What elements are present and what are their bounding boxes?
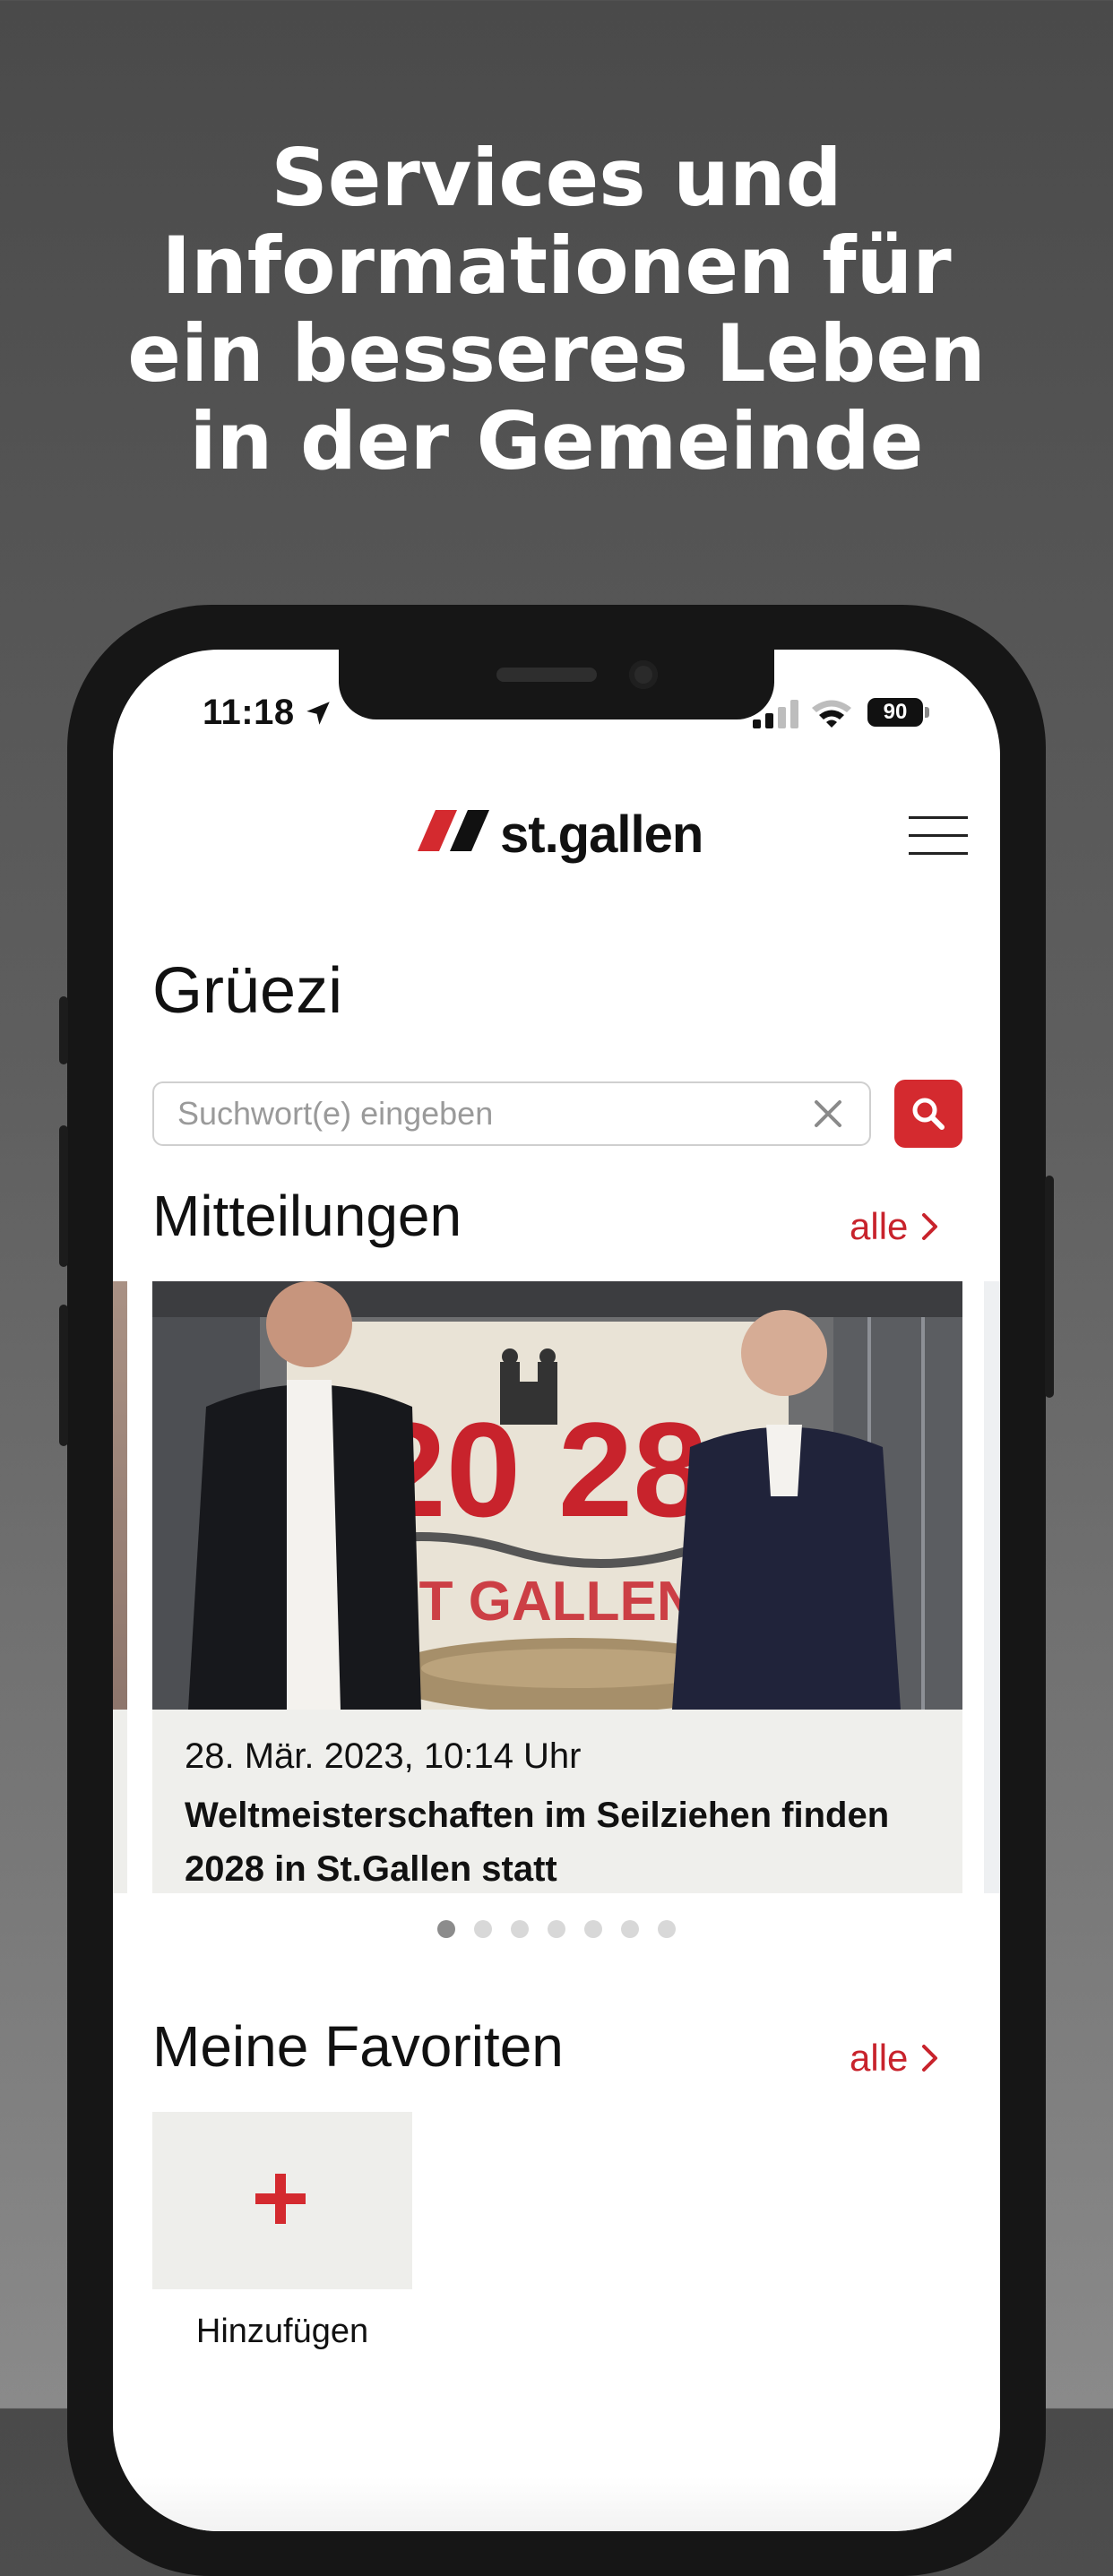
- carousel-dot[interactable]: [474, 1920, 492, 1938]
- clear-search-icon[interactable]: [812, 1098, 844, 1130]
- chevron-right-icon: [922, 2045, 938, 2072]
- news-section-title: Mitteilungen: [152, 1184, 462, 1248]
- carousel-dot[interactable]: [658, 1920, 676, 1938]
- headline-line: ein besseres Leben: [127, 307, 986, 400]
- news-image: 20 28 ST GALLEN: [152, 1281, 962, 1710]
- chevron-right-icon: [922, 1213, 938, 1240]
- headline-line: in der Gemeinde: [189, 395, 924, 487]
- news-all-label: alle: [850, 1205, 909, 1247]
- favorites-all-link[interactable]: alle: [850, 2037, 940, 2080]
- previous-card-peek[interactable]: [113, 1281, 127, 1710]
- location-arrow-icon: [306, 702, 330, 725]
- promo-headline: Services und Informationen für ein besse…: [0, 134, 1113, 486]
- hamburger-menu-icon[interactable]: [909, 816, 968, 856]
- logo-text: st.gallen: [500, 806, 703, 864]
- status-time: 11:18: [203, 693, 295, 732]
- signal-icon: [753, 700, 798, 728]
- favorites-section-title: Meine Favoriten: [152, 2014, 564, 2079]
- carousel-dot[interactable]: [621, 1920, 639, 1938]
- plus-icon: [255, 2174, 306, 2224]
- carousel-dot[interactable]: [548, 1920, 565, 1938]
- add-favorite-label: Hinzufügen: [195, 2313, 369, 2350]
- front-camera: [629, 660, 658, 689]
- logo-slashes-icon: [418, 810, 489, 851]
- favorites-all-label: alle: [850, 2037, 909, 2079]
- phone-screen: 11:18 90 st.gallen Grüezi Suchwort(e) ei…: [113, 650, 1000, 2531]
- speaker-grille: [496, 668, 597, 682]
- st-gallen-logo[interactable]: st.gallen: [418, 806, 704, 864]
- greeting-title: Grüezi: [152, 955, 343, 1027]
- battery-icon: 90: [867, 698, 923, 727]
- mute-switch: [59, 996, 68, 1064]
- battery-cap: [925, 707, 929, 718]
- volume-down-button: [59, 1305, 68, 1446]
- add-favorite-button[interactable]: [152, 2112, 412, 2289]
- news-all-link[interactable]: alle: [850, 1205, 940, 1248]
- news-headline: Weltmeisterschaften im Seilziehen finden…: [185, 1796, 890, 1889]
- notch: [339, 650, 774, 719]
- search-input[interactable]: [152, 1081, 871, 1146]
- image-text: 20 28: [371, 1394, 707, 1545]
- svg-text:ST GALLEN: ST GALLEN: [382, 1571, 696, 1633]
- carousel-dot[interactable]: [437, 1920, 455, 1938]
- next-card-peek[interactable]: [984, 1281, 1000, 1893]
- bottom-fade: [113, 2477, 1000, 2531]
- carousel-dot[interactable]: [584, 1920, 602, 1938]
- headline-line: Services und: [271, 132, 842, 224]
- news-date: 28. Mär. 2023, 10:14 Uhr: [185, 1736, 582, 1776]
- news-card[interactable]: 20 28 ST GALLEN 28. Mär. 2023, 10:14 Uhr…: [152, 1281, 962, 1893]
- search-icon: [912, 1098, 945, 1130]
- headline-line: Informationen für: [161, 220, 952, 312]
- carousel-pagination: [437, 1920, 706, 1942]
- carousel-dot[interactable]: [511, 1920, 529, 1938]
- search-button[interactable]: [894, 1080, 962, 1148]
- previous-card-peek-footer: [113, 1710, 127, 1893]
- volume-up-button: [59, 1125, 68, 1267]
- power-button: [1045, 1176, 1054, 1398]
- wifi-icon: [812, 700, 851, 728]
